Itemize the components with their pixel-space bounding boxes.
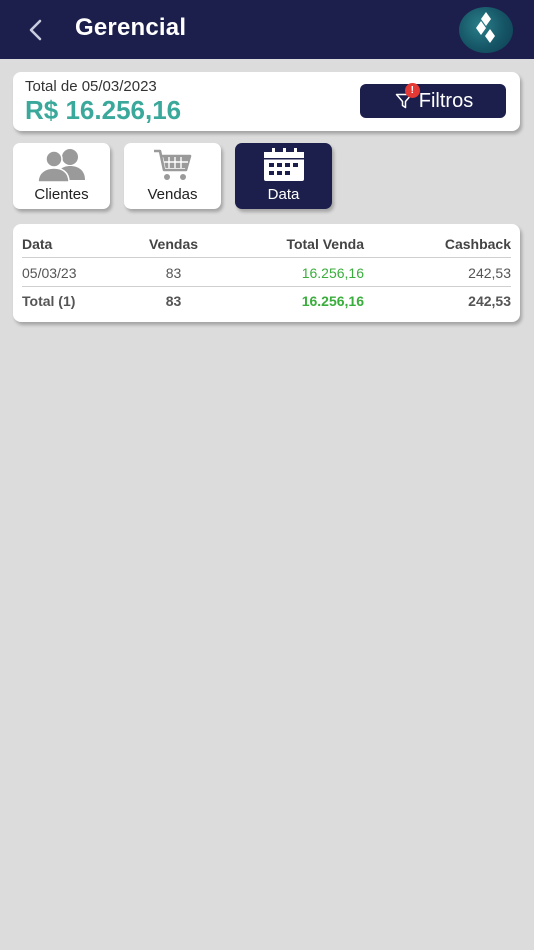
back-button[interactable] (22, 16, 48, 44)
column-header-cashback: Cashback (444, 235, 511, 252)
tab-data[interactable]: Data (235, 143, 332, 209)
table-header-row: Data Vendas Total Venda Cashback (22, 230, 511, 258)
total-vendas: 83 (165, 293, 182, 309)
tab-clientes-label: Clientes (34, 186, 89, 203)
tab-data-label: Data (267, 186, 300, 203)
filter-icon-wrap: ! (393, 83, 420, 112)
filters-button[interactable]: ! Filtros (360, 83, 506, 118)
page-title: Gerencial (75, 14, 187, 41)
summary-label: Total de 05/03/2023 (25, 78, 157, 95)
cart-icon (153, 149, 191, 180)
column-header-data: Data (22, 235, 53, 252)
users-icon (36, 149, 85, 182)
app-bar: Gerencial (0, 0, 534, 59)
chevron-left-icon (29, 19, 42, 41)
filter-badge: ! (404, 83, 420, 98)
cell-data: 05/03/23 (22, 264, 77, 281)
diamond-logo-icon (476, 12, 495, 43)
total-label: Total (1) (22, 293, 76, 309)
report-table: Data Vendas Total Venda Cashback 05/03/2… (13, 224, 520, 322)
tab-clientes[interactable]: Clientes (13, 143, 110, 209)
cell-total-venda: 16.256,16 (301, 264, 364, 281)
summary-card: Total de 05/03/2023 R$ 16.256,16 ! Filtr… (13, 72, 520, 131)
tab-vendas-label: Vendas (147, 186, 198, 203)
app-logo (459, 7, 513, 53)
summary-total-value: R$ 16.256,16 (25, 95, 182, 125)
calendar-icon (263, 148, 304, 181)
total-venda-value: 16.256,16 (301, 293, 364, 309)
total-cashback: 242,53 (468, 293, 511, 309)
filters-button-label: Filtros (418, 89, 474, 112)
column-header-vendas: Vendas (148, 235, 199, 252)
column-header-total-venda: Total Venda (286, 235, 364, 252)
cell-cashback: 242,53 (468, 264, 511, 281)
table-total-row: Total (1) 83 16.256,16 242,53 (22, 287, 511, 315)
tab-vendas[interactable]: Vendas (124, 143, 221, 209)
table-row[interactable]: 05/03/23 83 16.256,16 242,53 (22, 259, 511, 287)
cell-vendas: 83 (165, 264, 182, 281)
